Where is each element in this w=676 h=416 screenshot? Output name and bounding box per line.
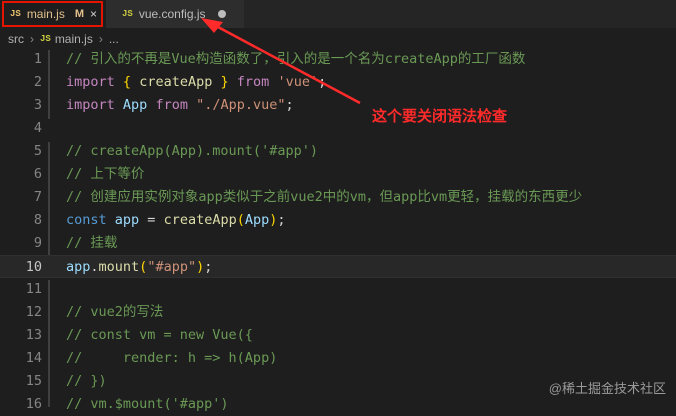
annotation-arrow [201,18,361,105]
watermark: @稀土掘金技术社区 [548,381,666,396]
annotation-text: 这个要关闭语法检查 [372,108,508,125]
